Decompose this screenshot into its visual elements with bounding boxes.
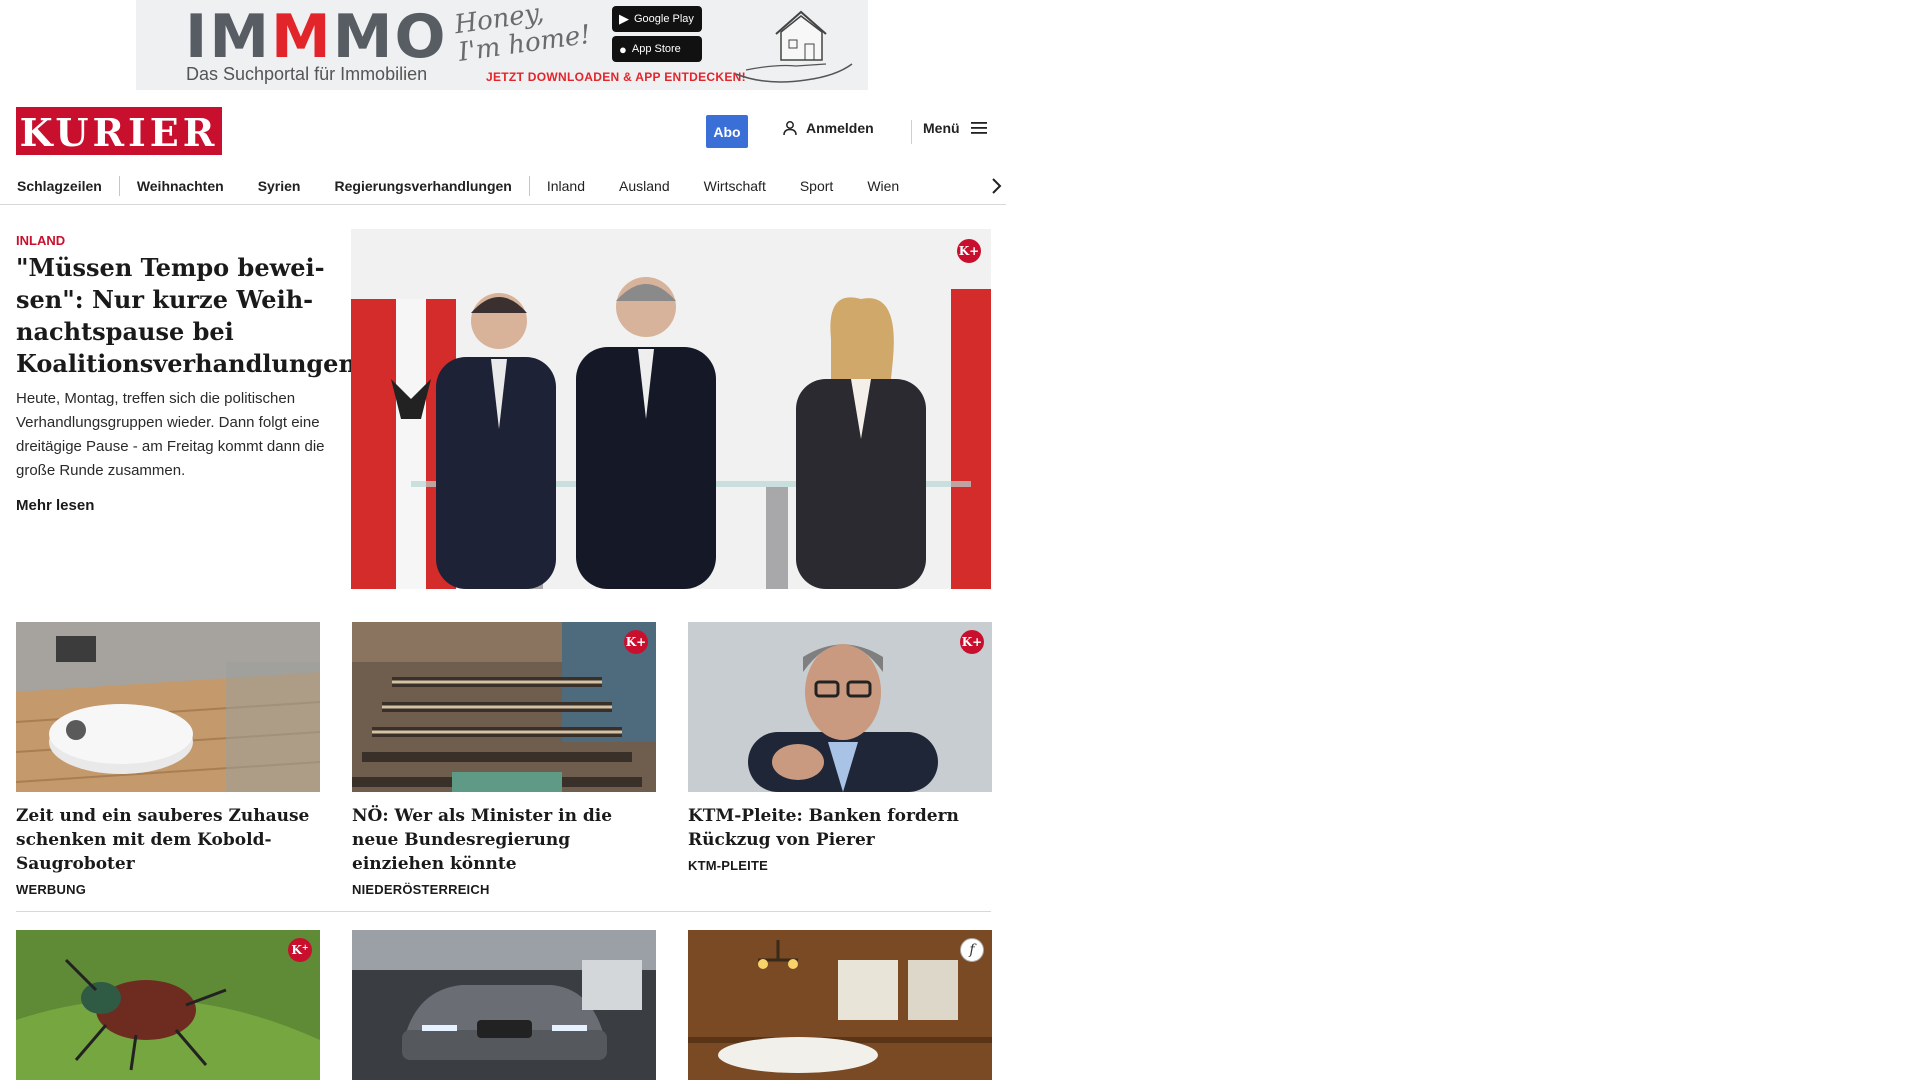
nav-item-wirtschaft[interactable]: Wirtschaft bbox=[687, 174, 783, 198]
card-tag: NIEDERÖSTERREICH bbox=[352, 882, 490, 897]
article-card[interactable]: Zeit und ein sauberes Zuhause schenken m… bbox=[16, 622, 320, 897]
card-image[interactable]: f bbox=[688, 930, 992, 1080]
menu-label: Menü bbox=[923, 120, 960, 136]
lead-teaser: Heute, Montag, treffen sich die politisc… bbox=[16, 390, 325, 479]
ad-cta: JETZT DOWNLOADEN & APP ENTDECKEN! bbox=[486, 70, 746, 84]
nav-item-inland[interactable]: Inland bbox=[530, 174, 602, 198]
robot-vacuum-photo bbox=[16, 622, 320, 792]
article-card[interactable]: K+ KTM-Pleite: Banken fordern Rück­zug v… bbox=[688, 622, 992, 873]
ad-slogan: Honey, I'm home! bbox=[452, 0, 593, 68]
menu-button[interactable]: Menü bbox=[923, 120, 988, 136]
ad-subtitle: Das Suchportal für Immobilien bbox=[186, 64, 428, 84]
lead-kicker[interactable]: INLAND bbox=[16, 233, 65, 248]
login-button[interactable]: Anmelden bbox=[782, 120, 874, 136]
apple-icon: ● bbox=[619, 41, 627, 57]
kurier-plus-badge: K+ bbox=[957, 239, 981, 263]
ad-banner[interactable]: IMMMO Das Suchportal für Immobilien Hone… bbox=[136, 0, 868, 90]
lead-headline[interactable]: "Müssen Tempo bewei­sen": Nur kurze Weih… bbox=[16, 252, 356, 380]
nav-item-weihnachten[interactable]: Weihnachten bbox=[120, 174, 241, 198]
chevron-right-icon[interactable] bbox=[986, 176, 1006, 196]
portrait-photo bbox=[688, 622, 992, 792]
card-headline[interactable]: Zeit und ein sauberes Zuhause schenken m… bbox=[16, 804, 320, 876]
article-card[interactable] bbox=[352, 930, 656, 1080]
nav-item-wien[interactable]: Wien bbox=[850, 174, 916, 198]
card-headline[interactable]: NÖ: Wer als Minister in die neue Bundesr… bbox=[352, 804, 656, 876]
user-icon bbox=[783, 121, 797, 136]
app-store-badge[interactable]: ● App Store bbox=[612, 36, 702, 62]
beetle-photo bbox=[16, 930, 320, 1080]
kurier-logo[interactable]: KURIER bbox=[16, 107, 222, 155]
nav-divider-line bbox=[0, 204, 1006, 205]
feature-badge-icon: f bbox=[960, 938, 984, 962]
article-card[interactable]: f bbox=[688, 930, 992, 1080]
nav-item-schlagzeilen[interactable]: Schlagzeilen bbox=[16, 174, 119, 198]
article-card[interactable]: K+ NÖ: Wer als Minister in die neue Bund… bbox=[352, 622, 656, 897]
nav-item-sport[interactable]: Sport bbox=[783, 174, 850, 198]
card-tag: WERBUNG bbox=[16, 882, 87, 897]
nav-item-regierungsverhandlungen[interactable]: Regierungsverhandlungen bbox=[318, 174, 529, 198]
kurier-plus-badge: K+ bbox=[288, 938, 312, 962]
read-more-link[interactable]: Mehr lesen bbox=[16, 497, 94, 514]
card-tag: KTM-PLEITE bbox=[688, 858, 768, 873]
lead-image[interactable]: K+ bbox=[351, 229, 991, 589]
abo-button[interactable]: Abo bbox=[706, 115, 748, 148]
row-divider bbox=[16, 911, 991, 912]
restaurant-interior-photo bbox=[688, 930, 992, 1080]
nav-item-syrien[interactable]: Syrien bbox=[241, 174, 318, 198]
card-image[interactable]: K+ bbox=[688, 622, 992, 792]
login-label: Anmelden bbox=[806, 120, 874, 136]
hamburger-icon bbox=[970, 122, 987, 134]
kurier-plus-badge: K+ bbox=[960, 630, 984, 654]
card-image[interactable]: K+ bbox=[16, 930, 320, 1080]
kurier-plus-badge: K+ bbox=[624, 630, 648, 654]
nav-item-ausland[interactable]: Ausland bbox=[602, 174, 687, 198]
header-divider bbox=[911, 120, 912, 144]
section-nav: Schlagzeilen Weihnachten Syrien Regierun… bbox=[16, 166, 1016, 206]
house-hand-illustration bbox=[735, 10, 853, 83]
car-photo bbox=[352, 930, 656, 1080]
article-card[interactable]: K + bbox=[16, 930, 320, 1080]
card-image[interactable]: K+ bbox=[352, 622, 656, 792]
lead-photo-politicians bbox=[351, 229, 991, 589]
play-icon: ▶ bbox=[619, 11, 629, 26]
google-play-badge[interactable]: ▶ Google Play bbox=[612, 6, 702, 32]
card-headline[interactable]: KTM-Pleite: Banken fordern Rück­zug von … bbox=[688, 804, 992, 852]
ad-logo: IMMMO bbox=[185, 2, 448, 72]
card-image[interactable] bbox=[16, 622, 320, 792]
card-image[interactable] bbox=[352, 930, 656, 1080]
parliament-photo bbox=[352, 622, 656, 792]
